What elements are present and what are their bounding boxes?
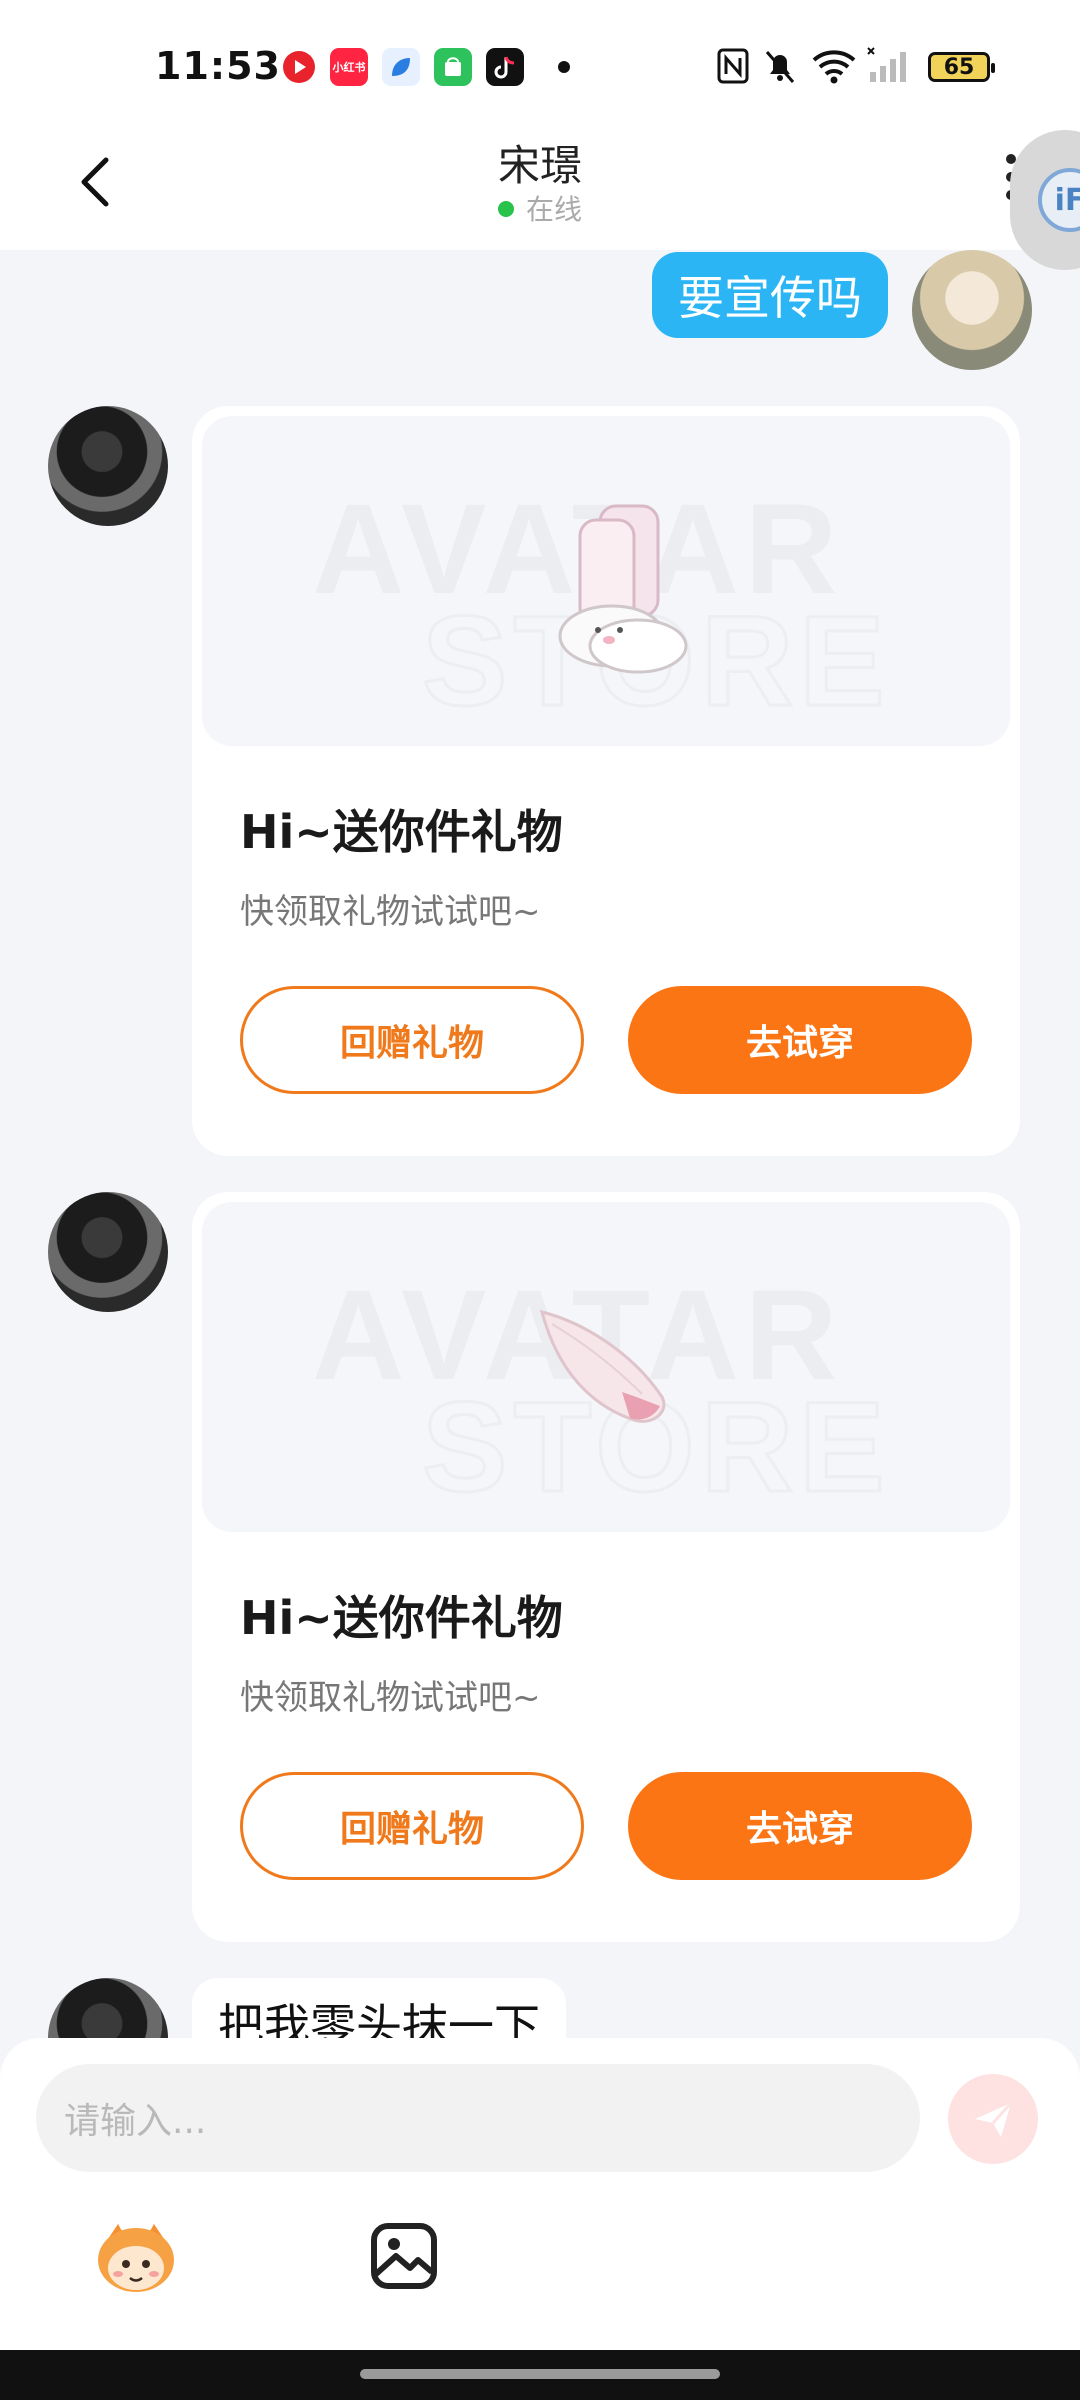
sticker-button[interactable] (88, 2208, 184, 2304)
online-status-text: 在线 (525, 193, 582, 226)
return-gift-button[interactable]: 回赠礼物 (240, 986, 584, 1094)
fluffy-tail-icon (539, 1309, 666, 1423)
contact-avatar[interactable] (48, 406, 168, 526)
gift-image[interactable]: AVATAR STORE (202, 416, 1010, 746)
battery-level: 65 (943, 54, 975, 80)
status-bar: 11:53 小红书 65 (0, 0, 1080, 130)
my-avatar[interactable] (912, 250, 1032, 370)
tiktok-icon (486, 48, 524, 86)
try-on-button[interactable]: 去试穿 (628, 1772, 972, 1880)
battery-indicator: 65 (928, 52, 995, 82)
image-button[interactable] (356, 2208, 452, 2304)
home-gesture-bar[interactable] (360, 2369, 720, 2379)
return-gift-button[interactable]: 回赠礼物 (240, 1772, 584, 1880)
xiaohongshu-icon: 小红书 (330, 48, 368, 86)
wifi-icon (812, 50, 856, 84)
image-icon (371, 2223, 437, 2289)
gift-card: AVATAR STORE Hi~送你件礼物 快领取礼物试试吧~ 回赠礼物 去试穿 (192, 1192, 1020, 1942)
xiaohongshu-label: 小红书 (332, 61, 366, 74)
gift-image[interactable]: AVATAR STORE (202, 1202, 1010, 1532)
signal-icon (867, 47, 906, 82)
contact-avatar[interactable] (48, 1192, 168, 1312)
gift-title: Hi~送你件礼物 (240, 1591, 563, 1645)
mascot-sticker-icon (98, 2224, 174, 2292)
gift-subtitle: 快领取礼物试试吧~ (240, 1678, 541, 1718)
store-app-icon (434, 48, 472, 86)
nfc-icon (717, 48, 749, 84)
my-message-text: 要宣传吗 (678, 271, 862, 325)
online-dot-icon (497, 201, 514, 217)
input-panel: 请输入... (0, 2038, 1080, 2350)
mute-icon (765, 51, 795, 83)
chat-title: 宋璟 (497, 141, 582, 190)
browser-app-icon (382, 48, 420, 86)
fluffy-boots-icon (558, 504, 688, 674)
system-nav-bar (0, 2350, 1080, 2400)
gift-card: AVATAR STORE Hi~送你件礼物 快领取礼物试试吧~ 回赠礼物 去试穿 (192, 406, 1020, 1156)
gift-subtitle: 快领取礼物试试吧~ (240, 892, 541, 932)
assistant-icon: iF (1038, 168, 1080, 232)
my-message-bubble[interactable]: 要宣传吗 (652, 252, 888, 338)
video-app-icon (280, 48, 318, 86)
chat-header: 宋璟 在线 (0, 130, 1080, 250)
send-icon (975, 2101, 1013, 2137)
gift-title: Hi~送你件礼物 (240, 805, 563, 859)
send-button[interactable] (948, 2074, 1038, 2164)
message-input[interactable]: 请输入... (36, 2064, 920, 2172)
try-on-button[interactable]: 去试穿 (628, 986, 972, 1094)
status-time: 11:53 (155, 44, 281, 88)
notification-dot (558, 61, 570, 73)
online-status: 在线 (0, 188, 1080, 228)
